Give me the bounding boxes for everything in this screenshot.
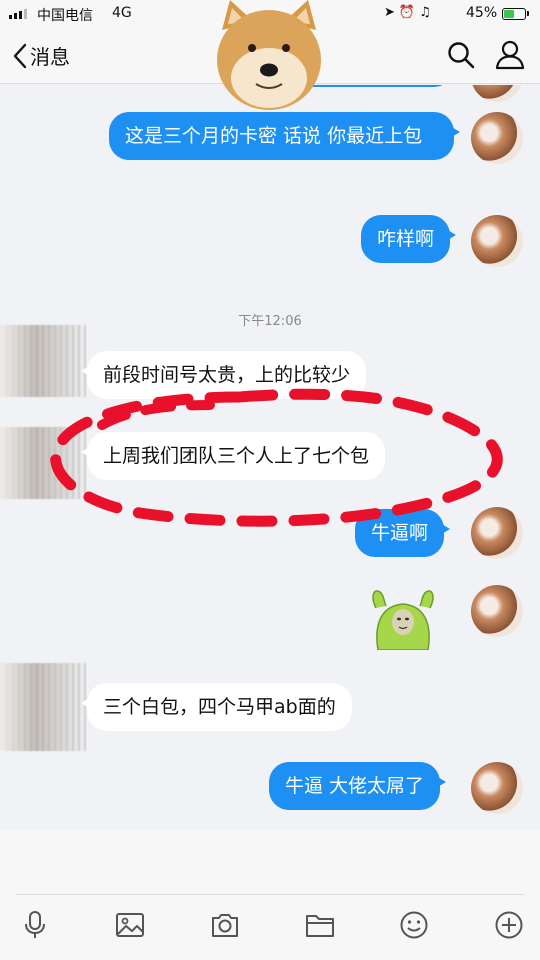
profile-icon[interactable]	[494, 40, 526, 70]
alarm-icon: ⏰	[398, 5, 420, 20]
message-input[interactable]	[16, 838, 524, 890]
input-area	[0, 830, 540, 960]
location-icon: ➤	[384, 5, 399, 20]
contact-avatar[interactable]	[0, 663, 88, 751]
battery-icon	[502, 8, 526, 20]
my-avatar[interactable]	[471, 507, 523, 559]
my-avatar[interactable]	[471, 215, 523, 267]
my-avatar[interactable]	[471, 762, 523, 814]
search-icon[interactable]	[446, 40, 476, 70]
message-text: 这是三个月的卡密 话说 你最近上包	[125, 125, 423, 147]
my-avatar[interactable]	[471, 85, 523, 102]
network-type: 4G	[112, 5, 132, 21]
camera-icon[interactable]	[210, 910, 240, 940]
chat-area[interactable]: 这是三个月的卡密 话说 你最近上包 咋样啊 下午12:06 前段时间号太贵，上的…	[0, 85, 540, 830]
my-avatar[interactable]	[471, 585, 523, 637]
message-bubble[interactable]: 这是三个月的卡密 话说 你最近上包	[109, 112, 460, 160]
chevron-left-icon	[13, 43, 27, 68]
message-bubble[interactable]: 牛逼啊	[355, 509, 451, 557]
message-text: 前段时间号太贵，上的比较少	[103, 364, 351, 386]
green-cartoon-sticker[interactable]	[366, 586, 440, 650]
carrier-name: 中国电信	[37, 8, 93, 24]
emoji-icon[interactable]	[399, 910, 429, 940]
folder-icon[interactable]	[305, 910, 335, 940]
headphones-icon: ♫	[419, 5, 435, 20]
signal-strength-icon	[9, 9, 27, 19]
message-bubble[interactable]: 上周我们团队三个人上了七个包	[80, 432, 386, 480]
contact-avatar[interactable]	[0, 325, 88, 397]
message-bubble[interactable]: 三个白包，四个马甲ab面的	[81, 683, 352, 731]
message-text: 牛逼 大佬太屌了	[285, 775, 425, 797]
back-label: 消息	[30, 45, 70, 69]
message-text: 咋样啊	[377, 228, 435, 250]
contact-avatar[interactable]	[0, 427, 88, 499]
message-bubble[interactable]: 咋样啊	[361, 215, 457, 263]
microphone-icon[interactable]	[20, 910, 50, 940]
my-avatar[interactable]	[471, 112, 523, 164]
image-icon[interactable]	[115, 910, 145, 940]
message-text: 牛逼啊	[371, 522, 429, 544]
message-bubble[interactable]: 牛逼 大佬太屌了	[269, 762, 447, 810]
battery-percent: 45%	[466, 5, 498, 21]
message-text: 上周我们团队三个人上了七个包	[103, 445, 370, 467]
status-icons: ➤⏰♫	[384, 5, 435, 20]
message-bubble[interactable]: 前段时间号太贵，上的比较少	[80, 351, 367, 399]
plus-icon[interactable]	[494, 910, 524, 940]
doge-sticker	[217, 0, 321, 110]
message-text: 三个白包，四个马甲ab面的	[103, 696, 336, 718]
back-button[interactable]: 消息	[12, 41, 70, 70]
